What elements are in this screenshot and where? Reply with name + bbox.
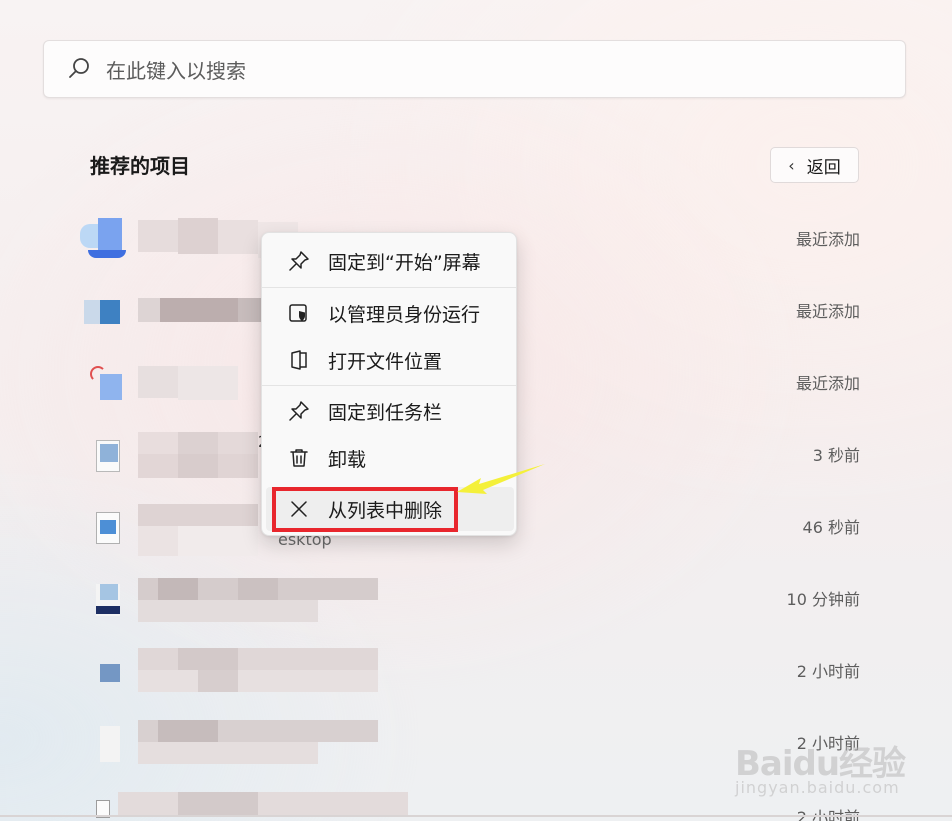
search-icon [66,56,92,82]
trash-icon [286,445,312,471]
menu-item-label: 以管理员身份运行 [328,303,481,326]
search-box[interactable]: 在此键入以搜索 [43,40,906,98]
menu-separator [262,385,516,386]
menu-item-label: 从列表中删除 [328,499,443,522]
search-placeholder: 在此键入以搜索 [106,58,246,83]
item-time: 10 分钟前 [786,590,860,609]
menu-item-pin-to-start[interactable]: 固定到“开始”屏幕 [266,239,514,283]
item-time: 2 小时前 [797,804,860,821]
item-time: 最近添加 [795,374,860,393]
chevron-left-icon: ‹ [788,155,795,175]
blurred-name [138,648,398,692]
menu-separator [262,287,516,288]
menu-item-label: 固定到“开始”屏幕 [328,251,481,274]
item-time: 2 小时前 [796,662,860,681]
file-icon [80,434,126,474]
item-time: 最近添加 [795,230,860,249]
close-icon [286,496,312,522]
pin-icon [286,398,312,424]
menu-item-run-as-admin[interactable]: 以管理员身份运行 [266,291,514,335]
menu-item-pin-to-taskbar[interactable]: 固定到任务栏 [266,389,514,433]
watermark-url: jingyan.baidu.com [735,778,900,797]
file-icon [80,578,126,618]
item-time: 最近添加 [795,302,860,321]
blurred-name [138,360,248,404]
pin-icon [286,248,312,274]
blurred-name [138,720,398,764]
back-button[interactable]: ‹ 返回 [770,147,859,183]
section-title: 推荐的项目 [90,154,190,178]
menu-item-label: 打开文件位置 [328,350,443,373]
item-time: 46 秒前 [802,518,860,537]
arrow-annotation [457,464,545,494]
watermark: Baidu经验 jingyan.baidu.com [735,716,935,806]
menu-item-label: 卸载 [328,448,367,471]
divider [0,815,952,817]
image-file-icon [80,506,126,546]
app-icon [80,218,126,258]
app-icon [80,362,126,402]
back-button-label: 返回 [806,157,841,178]
item-time: 3 秒前 [812,446,860,465]
app-icon [80,290,126,330]
file-icon [80,722,126,762]
file-icon [80,650,126,690]
folder-open-icon [286,347,312,373]
menu-item-open-file-location[interactable]: 打开文件位置 [266,338,514,382]
shield-icon [286,300,312,326]
menu-item-label: 固定到任务栏 [328,401,443,424]
list-item[interactable]: 2 小时前 [80,646,860,706]
blurred-name [138,576,398,622]
list-item[interactable]: 10 分钟前 [80,574,860,634]
